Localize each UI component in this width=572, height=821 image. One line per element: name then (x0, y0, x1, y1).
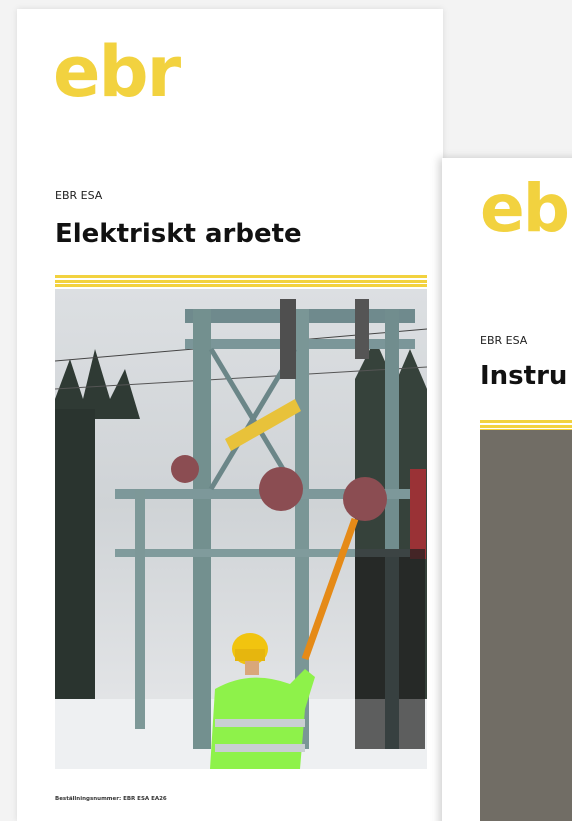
cover-title: Elektriskt arbete (55, 219, 302, 249)
yellow-stripe (55, 275, 427, 287)
series-label: EBR ESA (480, 334, 528, 347)
order-number: Beställningsnummer: EBR ESA EA26 (55, 796, 167, 802)
yellow-sign-photo (480, 430, 572, 821)
ebr-logo: ebr (480, 170, 572, 247)
ebr-logo: ebr (53, 31, 181, 113)
front-cover[interactable]: ebr EBR ESA Elektriskt arbete Beställnin… (17, 9, 443, 821)
document-preview: ebr EBR ESA Elektriskt arbete Beställnin… (0, 0, 572, 821)
second-cover[interactable]: ebr EBR ESA Instru (442, 158, 572, 821)
series-label: EBR ESA (55, 189, 103, 202)
substation-worker-photo (55, 289, 427, 769)
cover-title: Instru (480, 361, 568, 391)
